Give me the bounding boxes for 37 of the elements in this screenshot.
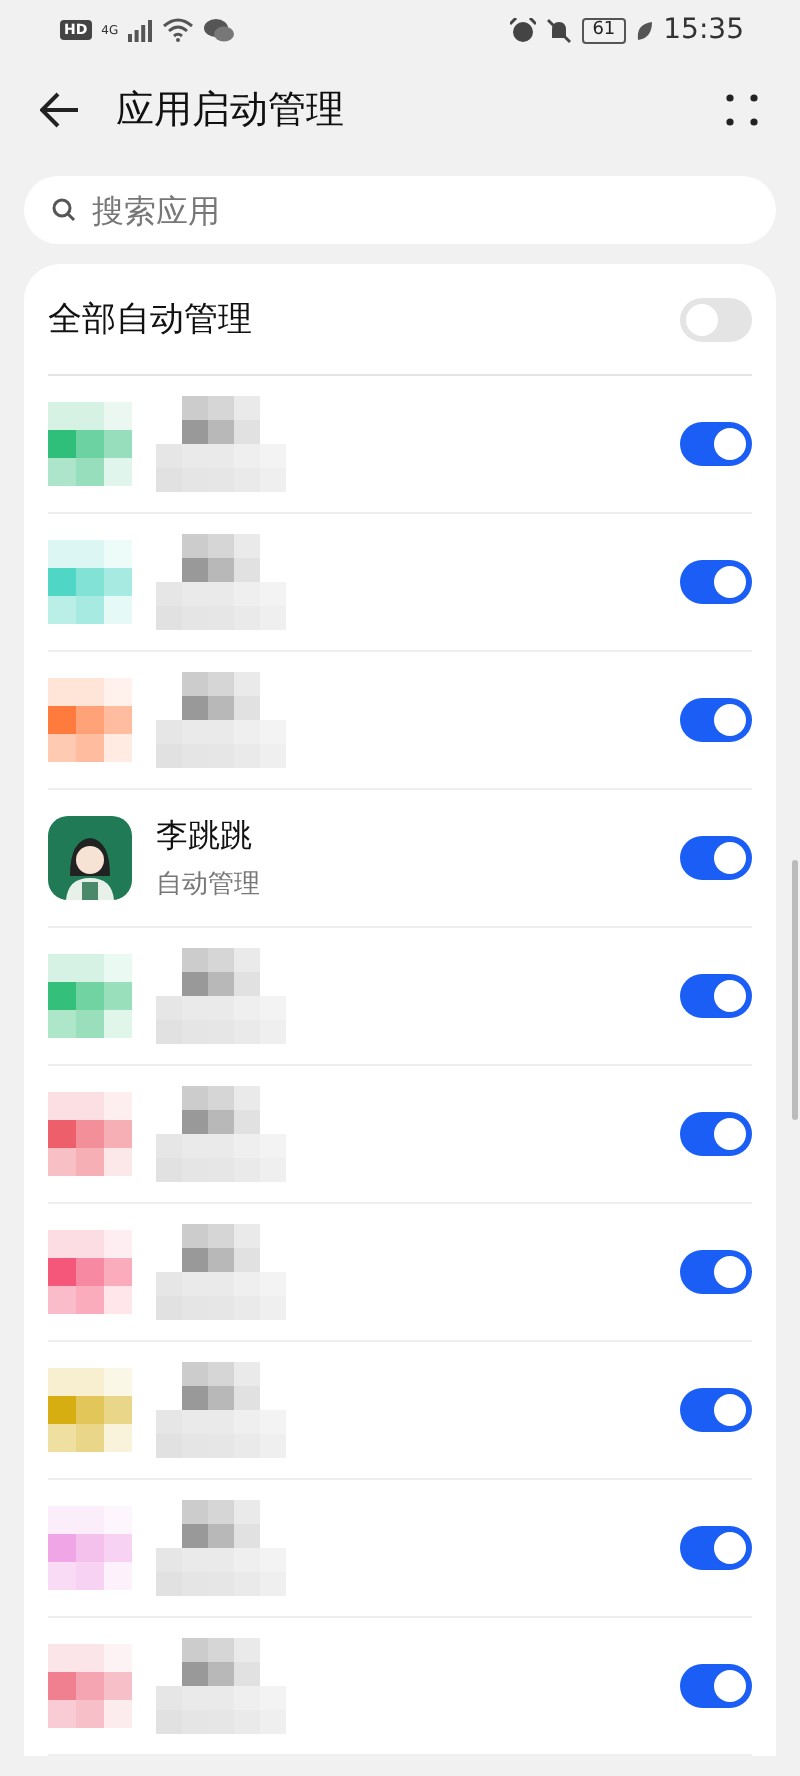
pixelated-text-drawing [156, 1362, 286, 1458]
toggle-switch[interactable] [680, 560, 752, 604]
pixelated-text-drawing [156, 948, 286, 1044]
mute-icon [546, 17, 573, 43]
page-title: 应用启动管理 [116, 86, 346, 136]
alarm-icon [510, 17, 537, 43]
app-status: 自动管理 [156, 867, 262, 901]
pixelated-text-drawing [156, 672, 286, 768]
toggle-switch[interactable] [680, 297, 752, 341]
leaf-icon [635, 19, 654, 41]
toggle-switch[interactable] [680, 1250, 752, 1294]
pixelated-text-drawing [156, 1638, 286, 1734]
pixelated-text-drawing [156, 1086, 286, 1182]
pixelated-text-drawing [156, 534, 286, 630]
toggle-switch[interactable] [680, 1388, 752, 1432]
toggle-switch[interactable] [680, 698, 752, 742]
toggle-switch[interactable] [680, 836, 752, 880]
more-button[interactable] [724, 92, 760, 128]
toggle-switch[interactable] [680, 1112, 752, 1156]
setting-label: 全部自动管理 [48, 298, 254, 342]
pixelated-text-drawing [156, 1500, 286, 1596]
app-icon [48, 816, 132, 900]
toggle-switch[interactable] [680, 422, 752, 466]
chat-icon [204, 18, 235, 42]
signal-icon [128, 19, 153, 41]
app-name: 李跳跳 [156, 815, 254, 857]
toggle-switch[interactable] [680, 1526, 752, 1570]
search-icon [52, 198, 76, 222]
back-button[interactable] [40, 92, 80, 128]
pixelated-text-drawing [156, 1224, 286, 1320]
wifi-icon [162, 18, 195, 42]
toggle-switch[interactable] [680, 974, 752, 1018]
clock-time: 15:35 [663, 14, 744, 46]
toggle-switch[interactable] [680, 1664, 752, 1708]
battery-level: 61 [582, 17, 626, 43]
pixelated-text-drawing [156, 396, 286, 492]
search-field[interactable]: 搜索应用 [24, 176, 776, 244]
